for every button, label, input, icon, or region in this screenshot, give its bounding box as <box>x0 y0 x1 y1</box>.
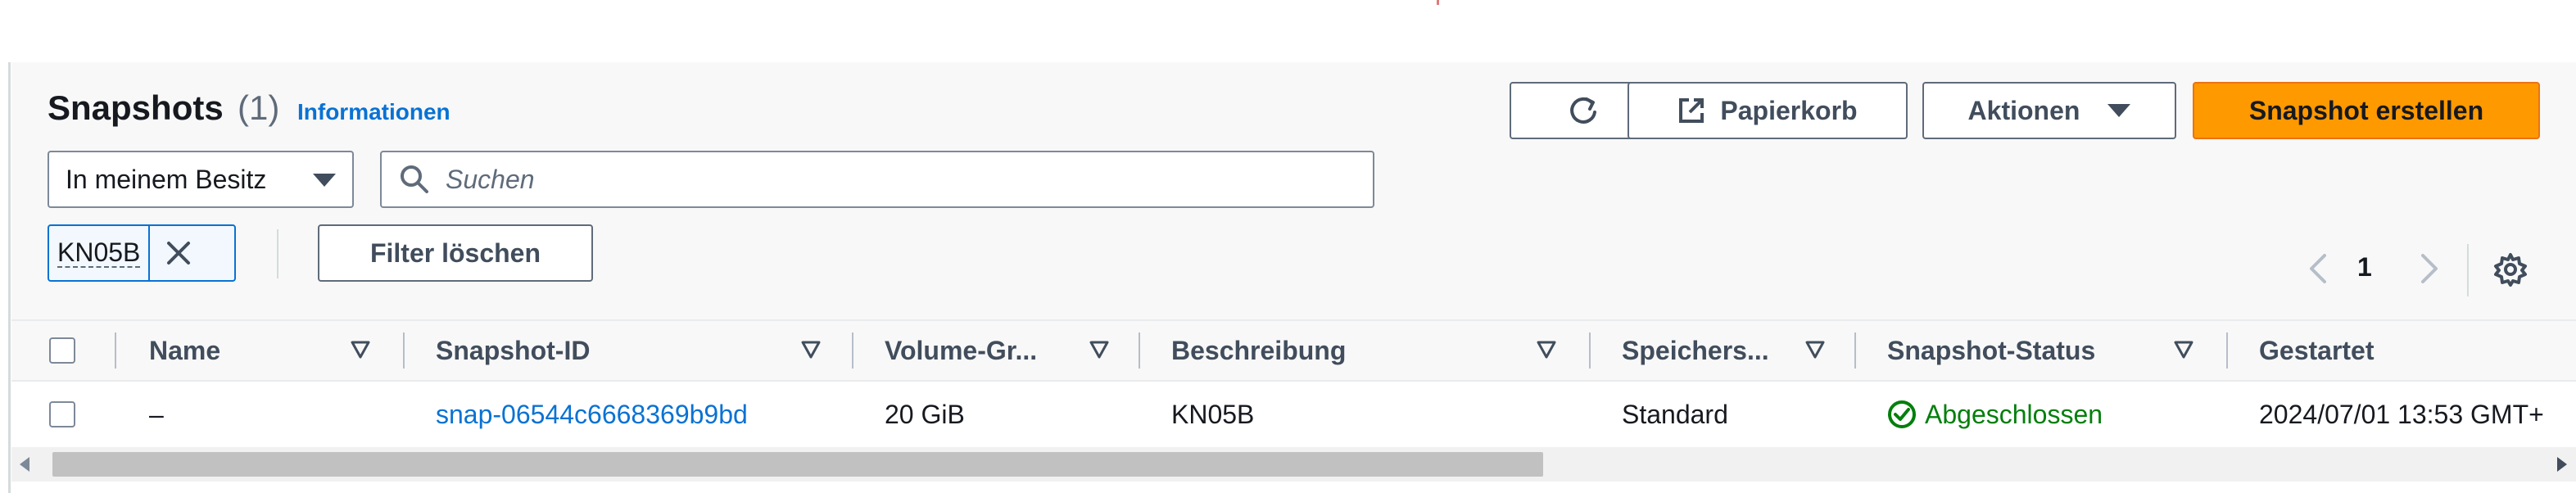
left-border <box>8 62 11 493</box>
column-separator <box>852 332 853 369</box>
bottom-area <box>11 482 2576 493</box>
table-row[interactable]: – snap-06544c6668369b9bd 20 GiB KN05B St… <box>11 382 2576 447</box>
filter-token-label: KN05B <box>49 226 151 280</box>
column-header-started[interactable]: Gestartet <box>2259 321 2375 380</box>
caret-down-icon <box>2107 104 2131 117</box>
divider <box>277 229 278 278</box>
column-separator <box>115 332 116 369</box>
column-separator <box>403 332 405 369</box>
sort-icon[interactable] <box>1805 341 1825 359</box>
actions-label: Aktionen <box>1967 95 2080 125</box>
column-separator <box>1589 332 1591 369</box>
column-separator <box>1139 332 1140 369</box>
info-link[interactable]: Informationen <box>297 98 450 126</box>
cell-status: Abgeschlossen <box>1887 382 2103 447</box>
search-icon <box>401 165 428 193</box>
column-header-volume-size[interactable]: Volume-Gr... <box>885 321 1037 380</box>
column-separator <box>2226 332 2228 369</box>
status-text: Abgeschlossen <box>1925 399 2103 429</box>
refresh-icon <box>1570 97 1596 124</box>
filter-token: KN05B <box>48 224 236 282</box>
trash-button[interactable]: Papierkorb <box>1628 82 1908 139</box>
row-checkbox[interactable] <box>49 401 75 427</box>
sort-icon[interactable] <box>801 341 821 359</box>
divider <box>2467 244 2469 296</box>
table-header: Name Snapshot-ID Volume-Gr... Beschreibu… <box>11 319 2576 382</box>
previous-page-icon[interactable] <box>2305 252 2329 285</box>
create-snapshot-button[interactable]: Snapshot erstellen <box>2193 82 2540 139</box>
column-header-description[interactable]: Beschreibung <box>1171 321 1346 380</box>
snapshot-count: (1) <box>238 88 280 127</box>
cell-name: – <box>149 399 164 429</box>
trash-label: Papierkorb <box>1720 95 1858 125</box>
create-snapshot-label: Snapshot erstellen <box>2248 95 2484 125</box>
current-page[interactable]: 1 <box>2357 252 2372 283</box>
column-header-name[interactable]: Name <box>149 321 220 380</box>
select-all-checkbox[interactable] <box>49 337 75 364</box>
column-header-status[interactable]: Snapshot-Status <box>1887 321 2095 380</box>
gear-icon[interactable] <box>2493 252 2528 287</box>
search-field[interactable] <box>380 151 1374 208</box>
ownership-select[interactable]: In meinem Besitz <box>48 151 354 208</box>
next-page-icon[interactable] <box>2418 252 2442 285</box>
page-title: Snapshots <box>48 88 224 127</box>
sort-icon[interactable] <box>1089 341 1109 359</box>
caret-down-icon <box>313 174 336 187</box>
actions-dropdown[interactable]: Aktionen <box>1922 82 2176 139</box>
close-icon <box>167 242 191 265</box>
sort-icon[interactable] <box>351 341 370 359</box>
cell-volume-size: 20 GiB <box>885 399 965 429</box>
horizontal-scrollbar[interactable] <box>11 447 2576 482</box>
cell-description: KN05B <box>1171 399 1255 429</box>
clear-filters-button[interactable]: Filter löschen <box>318 224 593 282</box>
external-link-icon <box>1679 98 1705 123</box>
scroll-left-icon[interactable] <box>20 457 29 472</box>
search-input[interactable] <box>446 159 1265 200</box>
cell-storage: Standard <box>1622 399 1728 429</box>
scrollbar-thumb[interactable] <box>52 452 1543 477</box>
column-header-storage[interactable]: Speichers... <box>1622 321 1769 380</box>
sort-icon[interactable] <box>2174 341 2193 359</box>
column-header-snapshot-id[interactable]: Snapshot-ID <box>436 321 590 380</box>
scroll-right-icon[interactable] <box>2557 457 2567 472</box>
clear-filters-label: Filter löschen <box>369 237 541 268</box>
column-separator <box>1854 332 1856 369</box>
top-marker <box>1437 0 1439 5</box>
sort-icon[interactable] <box>1537 341 1556 359</box>
success-check-icon <box>1888 400 1916 428</box>
top-bar <box>0 0 2576 61</box>
cell-snapshot-id-link[interactable]: snap-06544c6668369b9bd <box>436 382 748 447</box>
remove-token-button[interactable] <box>150 226 207 280</box>
cell-started: 2024/07/01 13:53 GMT+ <box>2259 399 2544 429</box>
ownership-value: In meinem Besitz <box>66 164 267 194</box>
